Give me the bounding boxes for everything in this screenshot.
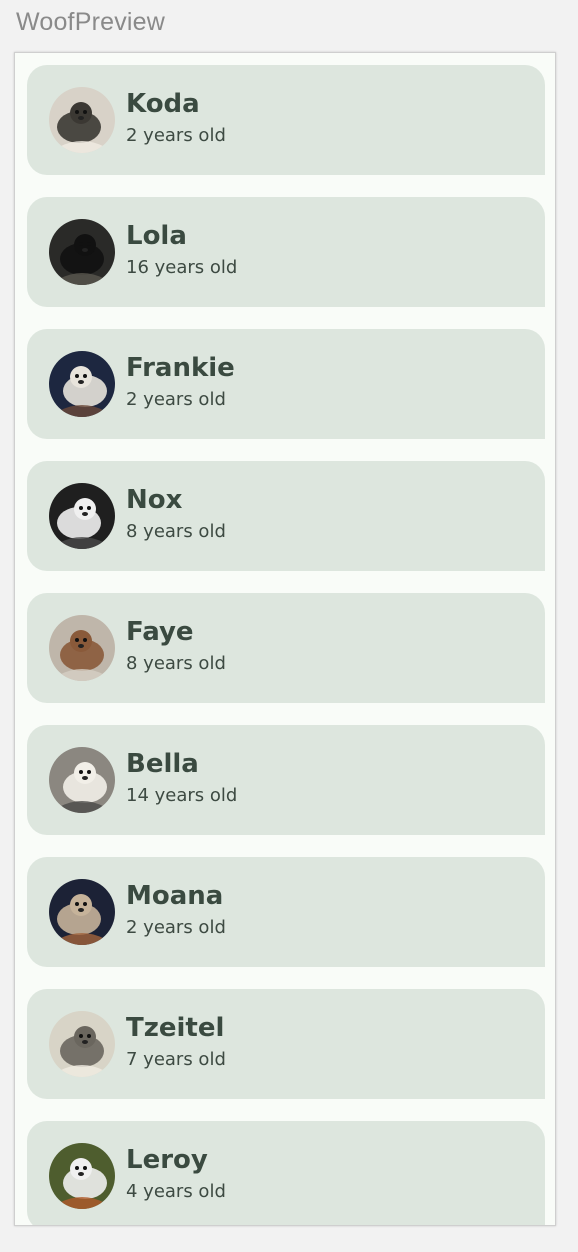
- dog-list[interactable]: Koda 2 years old Lola 16 years old Frankie…: [27, 65, 545, 1225]
- dog-card[interactable]: Frankie 2 years old: [27, 329, 545, 439]
- dog-age: 4 years old: [126, 1181, 226, 1202]
- dog-age: 7 years old: [126, 1049, 226, 1070]
- dog-card[interactable]: Nox 8 years old: [27, 461, 545, 571]
- dog-card[interactable]: Bella 14 years old: [27, 725, 545, 835]
- black-dog-photo: [49, 219, 115, 285]
- dog-card[interactable]: Moana 2 years old: [27, 857, 545, 967]
- dog-card[interactable]: Lola 16 years old: [27, 197, 545, 307]
- black-fluffy-dog-photo: [49, 483, 115, 549]
- dog-age: 14 years old: [126, 785, 238, 806]
- dog-age: 16 years old: [126, 257, 238, 278]
- pug-sleeping-photo: [49, 1011, 115, 1077]
- dog-age: 8 years old: [126, 653, 226, 674]
- dog-age: 2 years old: [126, 125, 226, 146]
- dog-name: Nox: [126, 485, 183, 515]
- dog-name: Bella: [126, 749, 199, 779]
- dog-age: 2 years old: [126, 917, 226, 938]
- dog-card[interactable]: Koda 2 years old: [27, 65, 545, 175]
- phone-preview-frame: Koda 2 years old Lola 16 years old Frankie…: [14, 52, 556, 1226]
- dog-card[interactable]: Tzeitel 7 years old: [27, 989, 545, 1099]
- small-dog-floor-photo: [49, 615, 115, 681]
- dog-name: Tzeitel: [126, 1013, 225, 1043]
- husky-photo: [49, 87, 115, 153]
- white-dog-gravel-photo: [49, 747, 115, 813]
- dog-card[interactable]: Faye 8 years old: [27, 593, 545, 703]
- dog-age: 2 years old: [126, 389, 226, 410]
- tricolor-dog-photo: [49, 351, 115, 417]
- preview-title: WoofPreview: [16, 8, 166, 36]
- corgi-grass-photo: [49, 1143, 115, 1209]
- dog-age: 8 years old: [126, 521, 226, 542]
- dog-name: Faye: [126, 617, 194, 647]
- dog-card[interactable]: Leroy 4 years old: [27, 1121, 545, 1225]
- dog-name: Koda: [126, 89, 200, 119]
- dog-name: Lola: [126, 221, 187, 251]
- dog-name: Moana: [126, 881, 224, 911]
- dog-name: Frankie: [126, 353, 235, 383]
- dog-name: Leroy: [126, 1145, 208, 1175]
- corgi-blanket-photo: [49, 879, 115, 945]
